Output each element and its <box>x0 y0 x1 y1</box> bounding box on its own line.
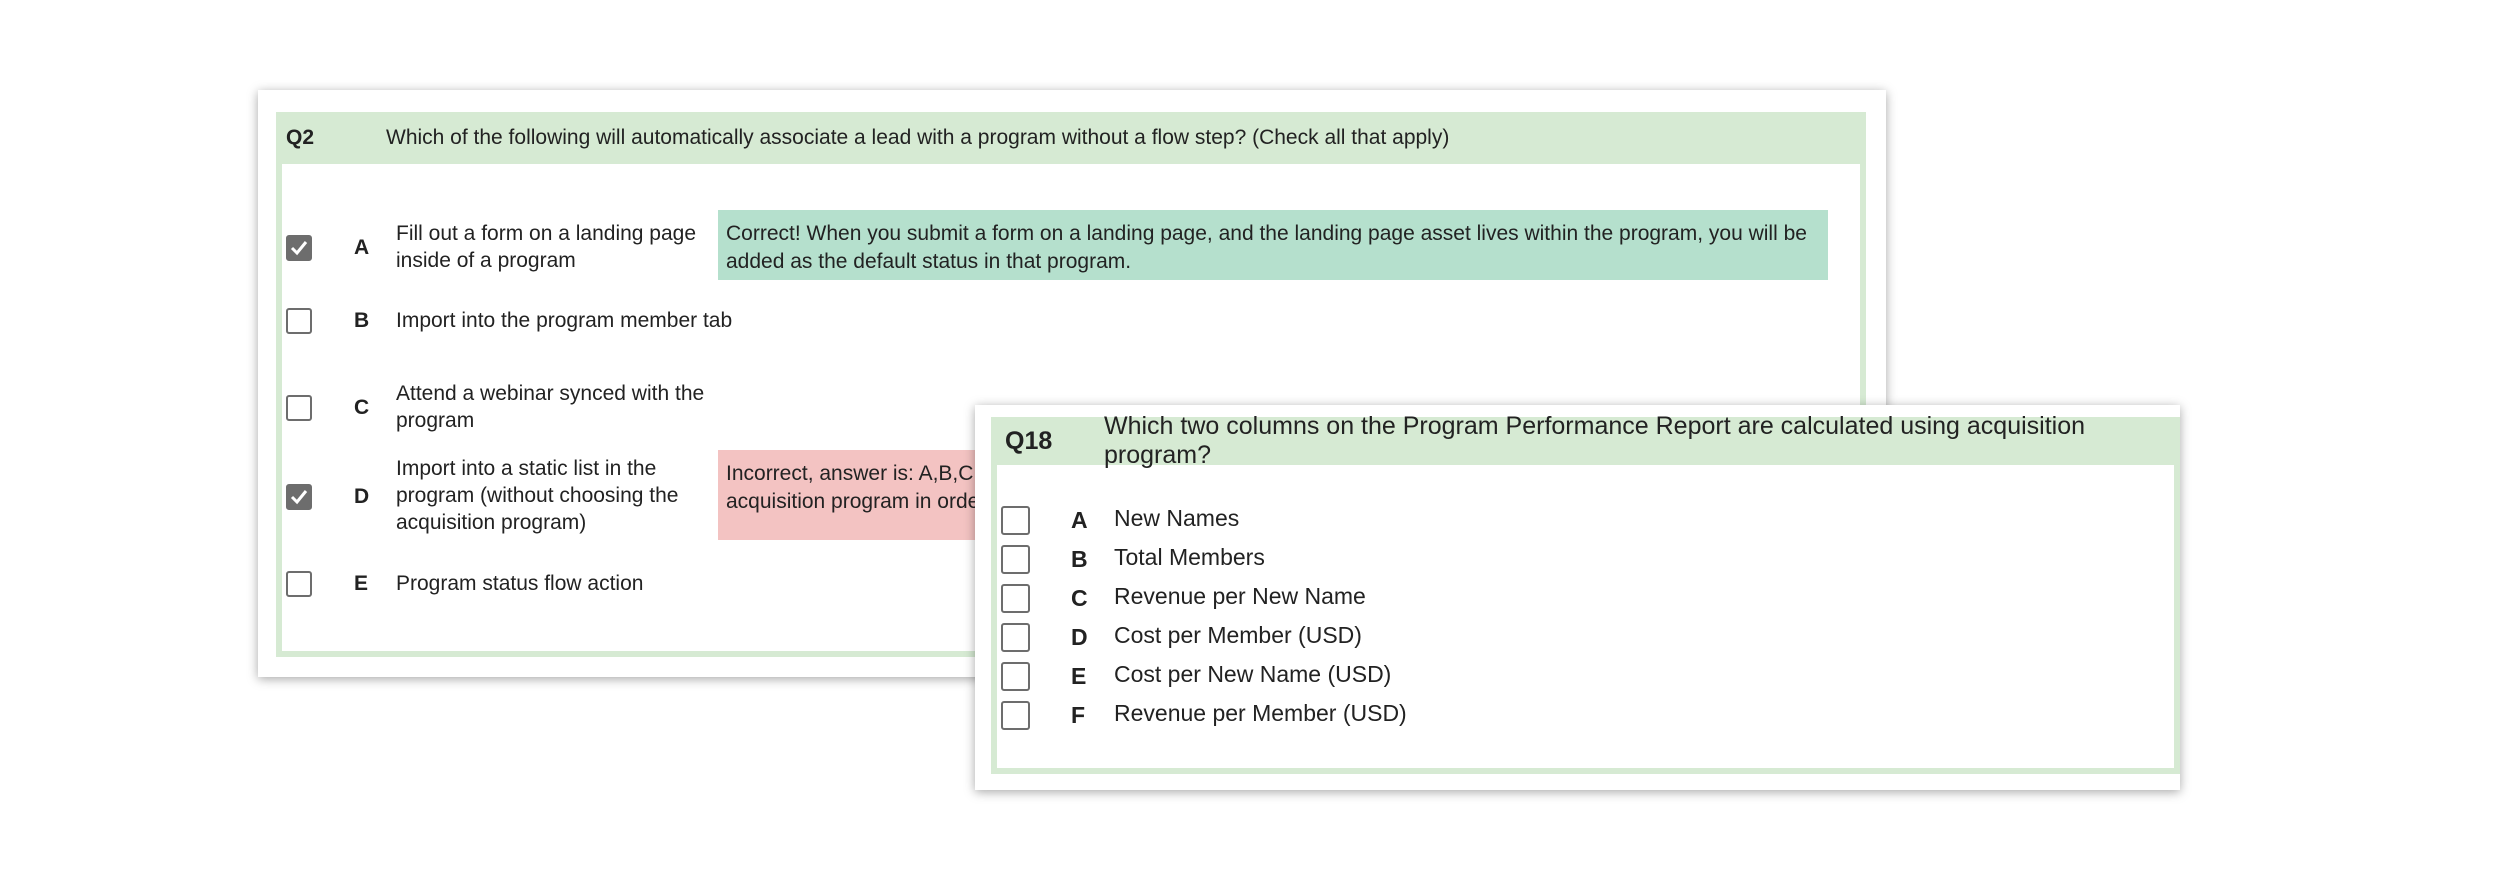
checkmark-icon <box>290 490 308 505</box>
question-number: Q18 <box>1005 426 1053 455</box>
option-letter: B <box>1071 545 1088 572</box>
option-text: Total Members <box>1114 544 1265 570</box>
option-text: Attend a webinar synced with the program <box>396 382 705 432</box>
option-letter: E <box>1071 662 1087 689</box>
option-c[interactable]: C Revenue per New Name <box>1001 583 1501 613</box>
option-text: Fill out a form on a landing page inside… <box>396 222 697 272</box>
quiz-card-q18: Q18 Which two columns on the Program Per… <box>975 405 2180 790</box>
option-text: Program status flow action <box>396 572 644 595</box>
option-b[interactable]: B Total Members <box>1001 544 1501 574</box>
checkbox-f[interactable] <box>1001 700 1030 730</box>
checkbox-c[interactable] <box>286 395 312 421</box>
option-text: Import into a static list in the program… <box>396 457 679 534</box>
checkbox-e[interactable] <box>1001 661 1030 691</box>
question-number: Q2 <box>286 126 315 149</box>
option-letter: B <box>354 309 370 332</box>
feedback-incorrect: Incorrect, answer is: A,B,C acquisition … <box>718 450 978 540</box>
checkbox-a[interactable] <box>286 235 312 261</box>
checkbox-b[interactable] <box>1001 544 1030 574</box>
checkbox-e[interactable] <box>286 571 312 597</box>
checkbox-d[interactable] <box>1001 622 1030 652</box>
option-f[interactable]: F Revenue per Member (USD) <box>1001 700 1501 730</box>
option-a[interactable]: A New Names <box>1001 505 1501 535</box>
option-letter: A <box>354 236 370 259</box>
option-letter: A <box>1071 506 1088 533</box>
option-d[interactable]: D Import into a static list in the progr… <box>286 455 706 539</box>
option-letter: C <box>1071 584 1088 611</box>
question-header: Q2 Which of the following will automatic… <box>276 112 1866 164</box>
option-text: Cost per Member (USD) <box>1114 622 1362 648</box>
option-letter: D <box>1071 623 1088 650</box>
checkbox-c[interactable] <box>1001 583 1030 613</box>
option-d[interactable]: D Cost per Member (USD) <box>1001 622 1501 652</box>
option-a[interactable]: A Fill out a form on a landing page insi… <box>286 220 706 276</box>
checkmark-icon <box>290 241 308 256</box>
option-b[interactable]: B Import into the program member tab <box>286 307 732 335</box>
option-text: Import into the program member tab <box>396 309 733 332</box>
option-c[interactable]: C Attend a webinar synced with the progr… <box>286 380 706 436</box>
option-e[interactable]: E Program status flow action <box>286 570 706 598</box>
question-text: Which two columns on the Program Perform… <box>1104 412 2086 469</box>
option-e[interactable]: E Cost per New Name (USD) <box>1001 661 1501 691</box>
checkbox-b[interactable] <box>286 308 312 334</box>
option-letter: E <box>354 572 369 595</box>
option-text: New Names <box>1114 505 1240 531</box>
option-text: Revenue per Member (USD) <box>1114 700 1407 726</box>
checkbox-a[interactable] <box>1001 505 1030 535</box>
option-text: Revenue per New Name <box>1114 583 1366 609</box>
question-header: Q18 Which two columns on the Program Per… <box>991 412 2180 469</box>
option-text: Cost per New Name (USD) <box>1114 661 1392 687</box>
question-text: Which of the following will automaticall… <box>386 126 1450 149</box>
feedback-incorrect-line: Incorrect, answer is: A,B,C <box>726 462 974 485</box>
option-letter: C <box>354 396 370 419</box>
option-letter: F <box>1071 701 1086 728</box>
feedback-incorrect-line: acquisition program in orde <box>726 490 978 513</box>
checkbox-d[interactable] <box>286 484 312 510</box>
option-letter: D <box>354 485 370 508</box>
feedback-correct: Correct! When you submit a form on a lan… <box>718 210 1828 280</box>
